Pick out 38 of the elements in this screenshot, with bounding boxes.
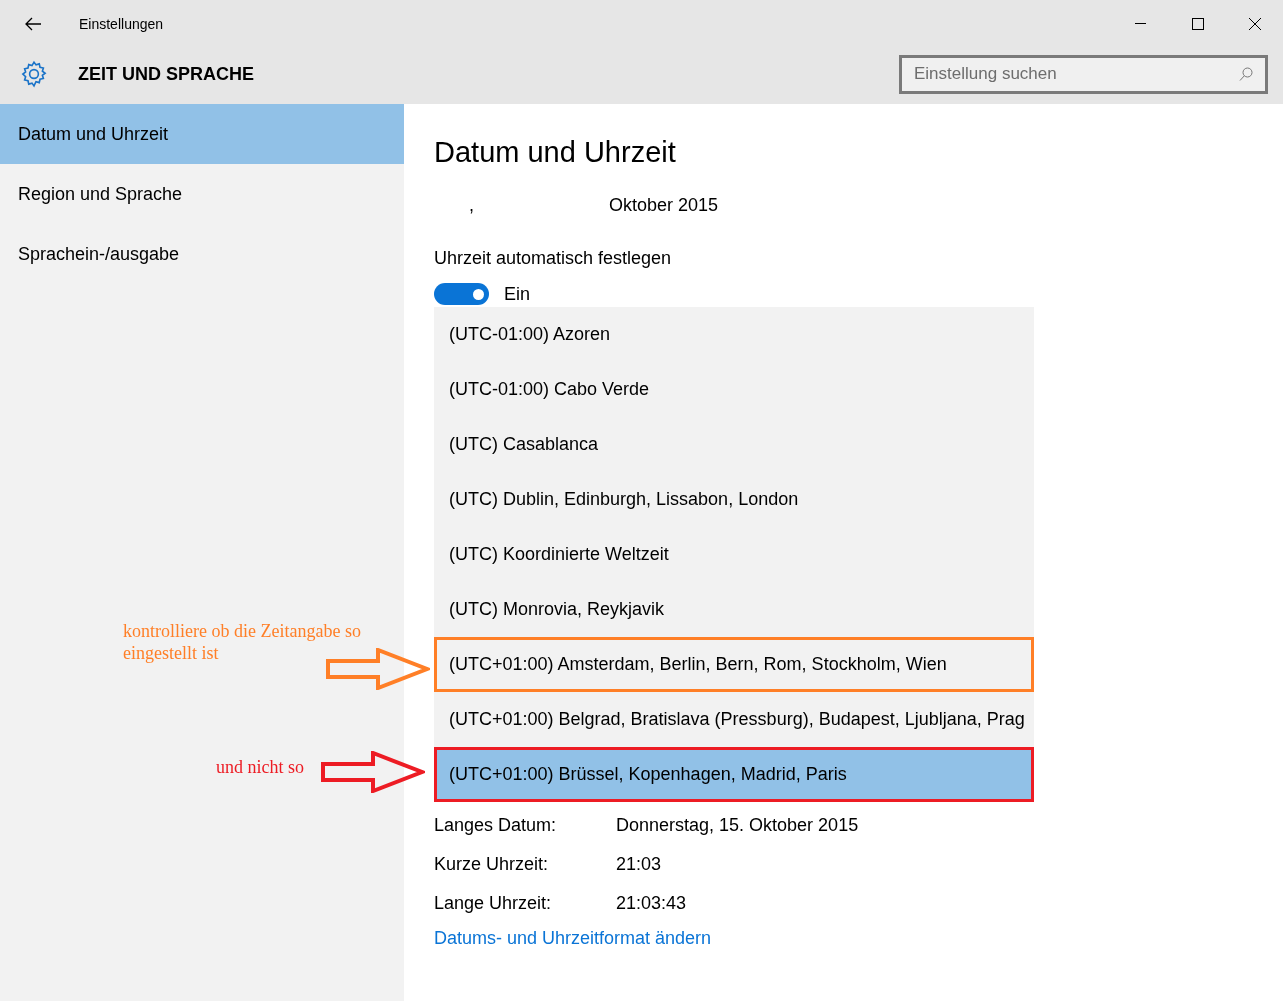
date-text: , xyxy=(469,194,474,216)
close-icon xyxy=(1248,18,1261,30)
search-icon xyxy=(1239,66,1253,82)
format-value: 21:03 xyxy=(616,853,662,876)
back-arrow-icon[interactable] xyxy=(24,17,42,31)
timezone-option[interactable]: (UTC) Monrovia, Reykjavik xyxy=(434,582,1034,637)
annotation-text: kontrolliere ob die Zeitangabe so eingestellt ist xyxy=(123,620,362,664)
page-title: ZEIT UND SPRACHE xyxy=(78,62,254,86)
sidebar-item[interactable]: Datum und Uhrzeit xyxy=(0,104,404,164)
format-value: 21:03:43 xyxy=(616,892,687,915)
format-label: Kurze Uhrzeit: xyxy=(434,853,550,876)
gear-icon xyxy=(19,59,49,89)
date-text: Oktober 2015 xyxy=(609,194,719,216)
timezone-option[interactable]: (UTC-01:00) Azoren xyxy=(434,307,1034,362)
timezone-option[interactable]: (UTC+01:00) Amsterdam, Berlin, Bern, Rom, Stockholm, Wien xyxy=(434,637,1034,692)
timezone-option[interactable]: (UTC) Koordinierte Weltzeit xyxy=(434,527,1034,582)
arrow-icon xyxy=(321,751,425,793)
format-value: Donnerstag, 15. Oktober 2015 xyxy=(616,814,859,837)
maximize-icon xyxy=(1191,18,1204,30)
annotation-text: und nicht so xyxy=(216,756,305,778)
sidebar-item[interactable]: Sprachein-/ausgabe xyxy=(0,224,404,284)
timezone-option[interactable]: (UTC) Casablanca xyxy=(434,417,1034,472)
section-title: Datum und Uhrzeit xyxy=(434,135,677,170)
format-label: Lange Uhrzeit: xyxy=(434,892,553,915)
toggle-state-label: Ein xyxy=(504,282,530,306)
minimize-icon xyxy=(1135,23,1146,25)
sidebar-item[interactable]: Region und Sprache xyxy=(0,164,404,224)
format-label: Langes Datum: xyxy=(434,814,558,837)
search-field[interactable]: Einstellung suchen xyxy=(899,54,1268,94)
window-title: Einstellungen xyxy=(79,14,164,34)
setting-label: Uhrzeit automatisch festlegen xyxy=(434,247,673,270)
arrow-icon xyxy=(326,648,430,690)
timezone-option[interactable]: (UTC) Dublin, Edinburgh, Lissabon, London xyxy=(434,472,1034,527)
timezone-option[interactable]: (UTC-01:00) Cabo Verde xyxy=(434,362,1034,417)
timezone-option[interactable]: (UTC+01:00) Belgrad, Bratislava (Pressburg), Budapest, Ljubljana, Prag xyxy=(434,692,1034,747)
format-link[interactable]: Datums- und Uhrzeitformat ändern xyxy=(434,925,712,952)
timezone-option[interactable]: (UTC+01:00) Brüssel, Kopenhagen, Madrid, Paris xyxy=(434,747,1034,802)
toggle-switch[interactable] xyxy=(434,283,489,305)
